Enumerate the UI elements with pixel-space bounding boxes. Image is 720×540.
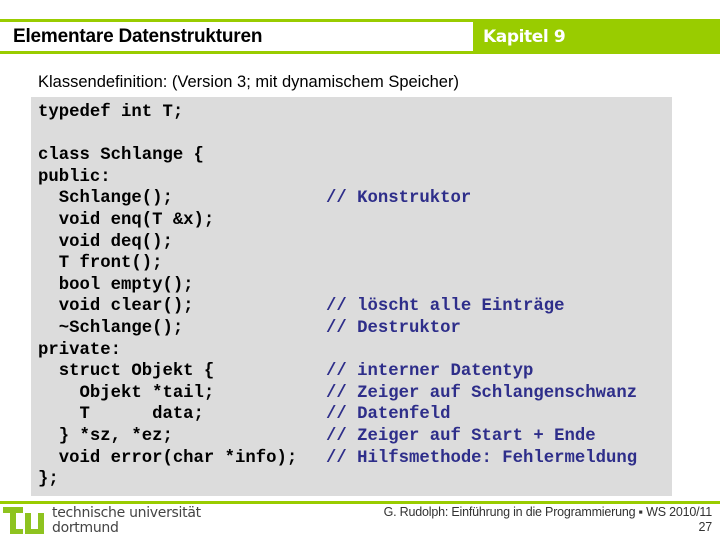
code-line: Schlange(); [38, 189, 173, 209]
page-number: 27 [698, 520, 712, 534]
code-line: void enq(T &x); [38, 211, 215, 230]
code-line: } *sz, *ez; [38, 427, 173, 446]
code-line: void error(char *info); [38, 448, 298, 468]
university-name-line1: technische universität [52, 505, 201, 521]
code-line: void deq(); [38, 232, 173, 252]
university-name-line2: dortmund [52, 520, 119, 536]
footer-divider [0, 501, 720, 504]
code-comment: // Konstruktor [326, 189, 472, 209]
code-line: T data; [38, 405, 204, 425]
code-comment: // interner Datentyp [326, 362, 534, 382]
code-line: public: [38, 167, 111, 187]
code-line: Objekt *tail; [38, 383, 215, 403]
code-comment: // Destruktor [326, 319, 461, 338]
university-name: technische universität dortmund [52, 506, 201, 536]
tu-logo-icon [3, 507, 44, 534]
code-line: class Schlange { [38, 146, 204, 166]
code-line: ~Schlange(); [38, 319, 184, 338]
slide-header-title: Elementare Datenstrukturen [13, 26, 263, 47]
code-block: typedef int T; class Schlange {public: Sc… [31, 97, 672, 496]
code-comment: // Zeiger auf Start + Ende [326, 427, 596, 446]
slide-subtitle: Klassendefinition: (Version 3; mit dynam… [38, 73, 459, 91]
code-line: void clear(); [38, 297, 194, 317]
code-comment: // Hilfsmethode: Fehlermeldung [326, 448, 638, 468]
chapter-label: Kapitel 9 [483, 27, 566, 47]
code-line: typedef int T; [38, 103, 184, 122]
code-line: }; [38, 470, 59, 490]
code-comment: // Zeiger auf Schlangenschwanz [326, 383, 638, 403]
code-comment: // löscht alle Einträge [326, 297, 565, 317]
code-line: bool empty(); [38, 275, 194, 295]
course-credit: G. Rudolph: Einführung in die Programmie… [383, 505, 713, 519]
code-comment: // Datenfeld [326, 405, 451, 425]
code-line: T front(); [38, 254, 163, 274]
code-line: struct Objekt { [38, 362, 215, 382]
footer-credit: G. Rudolph: Einführung in die Programmie… [383, 505, 713, 535]
code-line: private: [38, 340, 121, 360]
chapter-badge: Kapitel 9 [473, 19, 720, 54]
